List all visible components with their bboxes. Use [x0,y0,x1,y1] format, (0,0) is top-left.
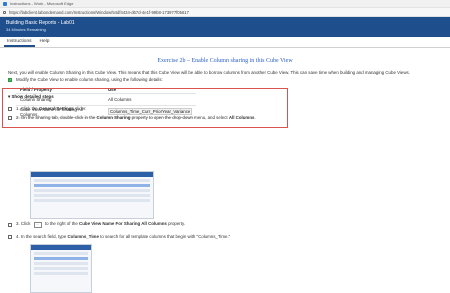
step-text: 4. In the search field, type Columns_Tim… [16,234,230,239]
exercise-intro: Next, you will enable Column Sharing in … [8,70,410,75]
step-text-part: . [254,115,256,120]
step-text-part: property. [166,221,186,226]
step-text-part: to the right of the [43,221,80,226]
step-checkbox[interactable] [8,222,12,227]
step-checkbox[interactable]: ✓ [8,77,12,82]
detailed-step-4: 4. In the search field, type Columns_Tim… [8,232,230,241]
detailed-step-2: 2. On the Sharing tab, double-click in t… [8,113,442,122]
modify-step: ✓ Modify the Cube View to enable column … [8,77,442,82]
step-text-part: property to open the drop-down menu, and… [130,115,229,120]
step-text-part: 1. Click the [16,106,39,111]
tab-help[interactable]: Help [37,37,53,47]
address-url[interactable]: https://labclient.labondemand.com/Instru… [9,10,189,15]
detailed-steps-list: 1. Click the General Settings slider. 2.… [8,104,442,122]
step-text-part: 4. In the search field, type [16,234,68,239]
step-text-part: 3. Click [16,221,32,226]
step-text-bold: Column Sharing [96,115,131,120]
address-bar[interactable]: https://labclient.labondemand.com/Instru… [0,8,450,17]
tab-strip: Instructions Help [0,37,450,48]
screenshot-image-object-lookup [30,244,92,293]
show-detailed-steps-toggle[interactable]: ▾ Show detailed steps [3,94,287,100]
lab-header: Building Basic Reports - Lab01 34 Minute… [0,17,450,37]
show-detailed-steps-label: Show detailed steps [11,94,54,99]
edge-browser-icon [3,1,7,6]
time-remaining: 34 Minutes Remaining [6,26,46,32]
step-text-part: 2. On the Sharing tab, double-click in t… [16,115,97,120]
step-text: 3. Click ... to the right of the Cube Vi… [16,221,185,228]
window-title: Instructions - Work - Microsoft Edge [10,1,74,6]
exercise-title: Exercise 2b – Enable Column sharing in t… [157,58,293,64]
step-text: 1. Click the General Settings slider. [16,106,87,111]
triangle-down-icon: ▾ [8,94,11,99]
step-text-bold: All Columns [228,115,255,120]
window-titlebar: Instructions - Work - Microsoft Edge [0,0,450,8]
step-text-part: to search for all template columns that … [98,234,231,239]
modify-step-text: Modify the Cube View to enable column sh… [16,77,163,82]
step-checkbox[interactable] [8,106,12,111]
screenshot-image-general-settings [30,171,154,219]
step-checkbox[interactable] [8,234,12,239]
lock-icon [3,10,6,14]
detailed-step-3: 3. Click ... to the right of the Cube Vi… [8,220,185,229]
detailed-step-1: 1. Click the General Settings slider. [8,104,442,113]
step-text-bold: General Settings [38,106,74,111]
tab-instructions[interactable]: Instructions [4,37,35,47]
step-text-bold: Cube View Name For Sharing All Columns [79,221,167,226]
step-text-bold: Columns_Time [67,234,99,239]
step-checkbox[interactable] [8,115,12,120]
step-text: 2. On the Sharing tab, double-click in t… [16,115,256,120]
ellipsis-button-icon: ... [33,222,42,228]
step-text-part: slider. [73,106,87,111]
